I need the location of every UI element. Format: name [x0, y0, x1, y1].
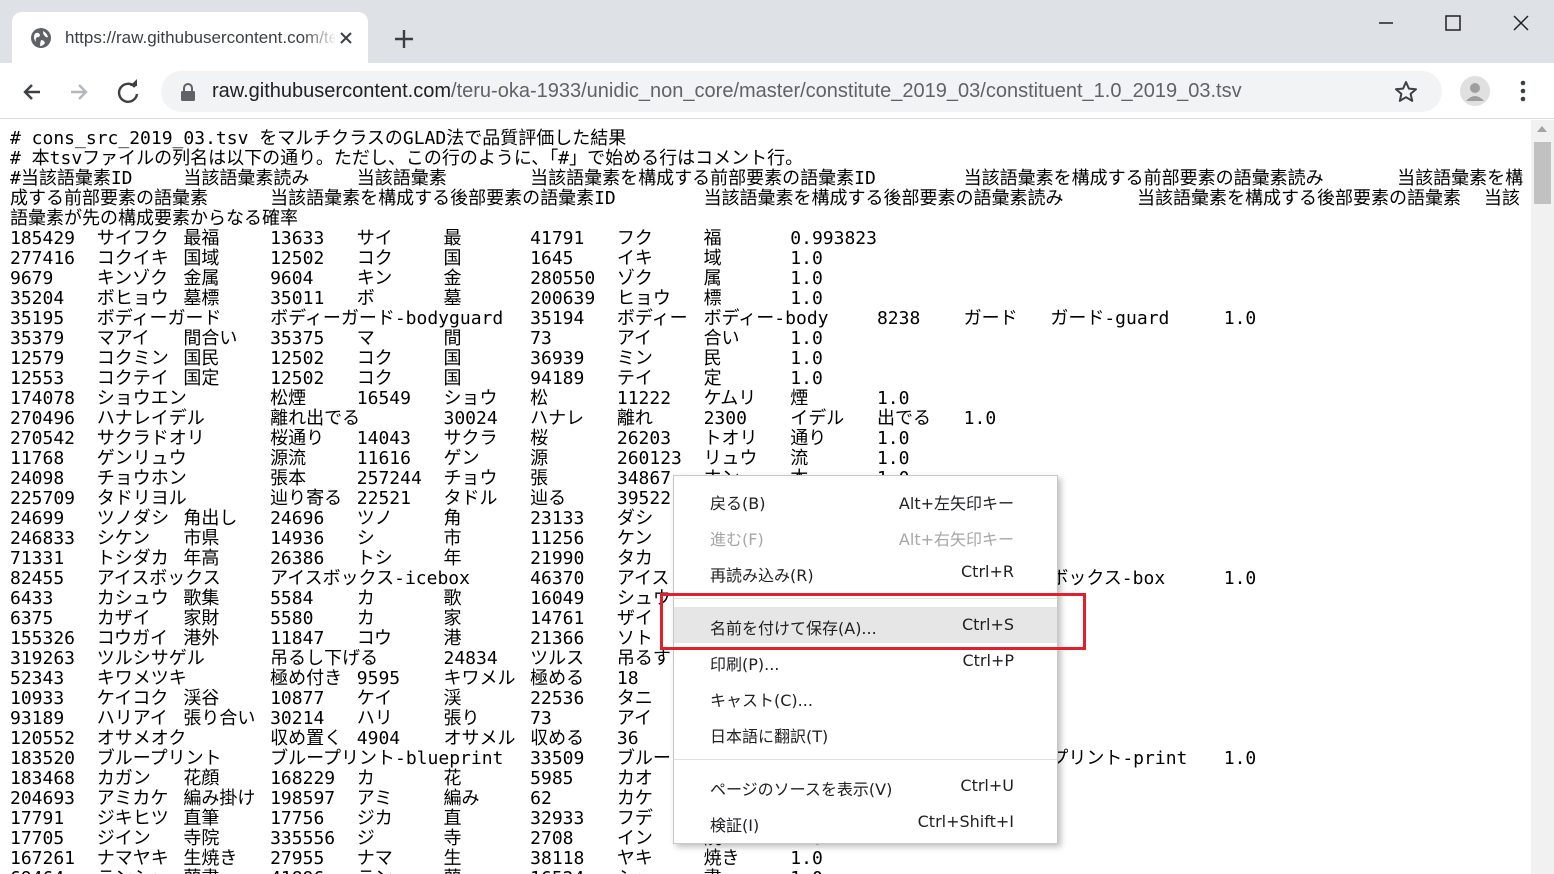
tsv-line: 12553 コクテイ 国定 12502 コク 国 94189 テイ 定 1.0 [10, 368, 823, 389]
tsv-line: 185429 サイフク 最福 13633 サイ 最 41791 フク 福 0.9… [10, 228, 877, 249]
menu-item-shortcut: Ctrl+Shift+I [917, 812, 1014, 831]
address-bar[interactable]: raw.githubusercontent.com/teru-oka-1933/… [161, 71, 1442, 112]
menu-item-view-source[interactable]: ページのソースを表示(V) Ctrl+U [674, 768, 1057, 804]
url-host: raw.githubusercontent.com [212, 80, 452, 102]
tsv-line: 35195 ボディーガード ボディーガード-bodyguard 35194 ボデ… [10, 308, 1257, 329]
scroll-up-arrow-icon[interactable] [1537, 126, 1547, 132]
window-close-icon[interactable] [1501, 8, 1541, 38]
menu-item-label: 印刷(P)... [710, 655, 780, 674]
tab-title: https://raw.githubusercontent.com/teru-o… [65, 28, 335, 47]
more-vert-icon[interactable] [1514, 78, 1532, 104]
forward-arrow-icon[interactable] [62, 75, 96, 109]
menu-item-shortcut: Ctrl+R [961, 562, 1014, 581]
menu-separator [674, 751, 1057, 768]
tsv-line: 277416 コクイキ 国域 12502 コク 国 1645 イキ 域 1.0 [10, 248, 823, 269]
minimize-icon[interactable] [1366, 8, 1406, 38]
tsv-line: 35204 ボヒョウ 墓標 35011 ボ 墓 200639 ヒョウ 標 1.0 [10, 288, 823, 309]
close-icon[interactable] [334, 26, 358, 50]
menu-item-label: 再読み込み(R) [710, 566, 814, 585]
menu-item-shortcut: Alt+右矢印キー [898, 530, 1014, 549]
menu-item-label: ページのソースを表示(V) [710, 780, 893, 799]
tsv-line: # cons_src_2019_03.tsv をマルチクラスのGLAD法で品質評… [10, 128, 627, 149]
menu-item-translate[interactable]: 日本語に翻訳(T) [674, 715, 1057, 751]
tsv-line: 12579 コクミン 国民 12502 コク 国 36939 ミン 民 1.0 [10, 348, 823, 369]
menu-item-shortcut: Ctrl+U [960, 776, 1014, 795]
back-arrow-icon[interactable] [15, 75, 49, 109]
highlight-annotation-box [660, 593, 1086, 650]
maximize-icon[interactable] [1433, 8, 1473, 38]
menu-item-label: 検証(I) [710, 816, 760, 835]
menu-item-shortcut: Ctrl+P [962, 651, 1014, 670]
menu-item-label: 進む(F) [710, 530, 764, 549]
url-path: /teru-oka-1933/unidic_non_core/master/co… [451, 80, 1242, 102]
menu-item-inspect[interactable]: 検証(I) Ctrl+Shift+I [674, 804, 1057, 840]
tsv-line: # 本tsvファイルの列名は以下の通り。ただし、この行のように、「#」で始める行… [10, 148, 804, 169]
browser-tab[interactable]: https://raw.githubusercontent.com/teru-o… [12, 12, 368, 63]
tsv-line: 9679 キンゾク 金属 9604 キン 金 280550 ゾク 属 1.0 [10, 268, 823, 289]
menu-item-forward[interactable]: 進む(F) Alt+右矢印キー [674, 518, 1057, 554]
menu-item-label: キャスト(C)... [710, 691, 813, 710]
tab-strip: https://raw.githubusercontent.com/teru-o… [0, 0, 1554, 63]
tsv-line: 270496 ハナレイデル 離れ出でる 30024 ハナレ 離れ 2300 イデ… [10, 408, 997, 429]
tsv-line: #当該語彙素ID 当該語彙素読み 当該語彙素 当該語彙素を構成する前部要素の語彙… [10, 168, 1524, 229]
menu-item-cast[interactable]: キャスト(C)... [674, 679, 1057, 715]
context-menu: 戻る(B) Alt+左矢印キー 進む(F) Alt+右矢印キー 再読み込み(R)… [673, 475, 1058, 844]
tsv-line: 167261 ナマヤキ 生焼き 27955 ナマ 生 38118 ヤキ 焼き 1… [10, 848, 823, 869]
menu-item-shortcut: Alt+左矢印キー [898, 494, 1014, 513]
tsv-line: 174078 ショウエン 松煙 16549 ショウ 松 11222 ケムリ 煙 … [10, 388, 910, 409]
url-text[interactable]: raw.githubusercontent.com/teru-oka-1933/… [212, 80, 1242, 103]
tsv-line: 69464 ランショ 蘭書 41896 ラン 蘭 16524 ショ 書 1.0 [10, 869, 1525, 874]
menu-item-label: 戻る(B) [710, 494, 766, 513]
reload-icon[interactable] [111, 75, 145, 109]
tsv-line: 11768 ゲンリュウ 源流 11616 ゲン 源 260123 リュウ 流 1… [10, 448, 910, 469]
globe-icon [30, 27, 52, 49]
plus-icon[interactable] [390, 25, 418, 53]
tsv-line: 270542 サクラドオリ 桜通り 14043 サクラ 桜 26203 トオリ … [10, 428, 910, 449]
tsv-line: 35379 マアイ 間合い 35375 マ 間 73 アイ 合い 1.0 [10, 328, 823, 349]
scroll-thumb[interactable] [1534, 142, 1551, 204]
menu-item-reload[interactable]: 再読み込み(R) Ctrl+R [674, 554, 1057, 590]
profile-avatar-icon[interactable] [1460, 76, 1490, 106]
menu-item-label: 日本語に翻訳(T) [710, 727, 829, 746]
menu-item-back[interactable]: 戻る(B) Alt+左矢印キー [674, 482, 1057, 518]
browser-toolbar: raw.githubusercontent.com/teru-oka-1933/… [0, 63, 1554, 119]
tab-title-fade [302, 26, 338, 52]
lock-icon[interactable] [179, 81, 197, 103]
vertical-scrollbar[interactable] [1531, 120, 1554, 874]
star-icon[interactable] [1393, 79, 1419, 105]
